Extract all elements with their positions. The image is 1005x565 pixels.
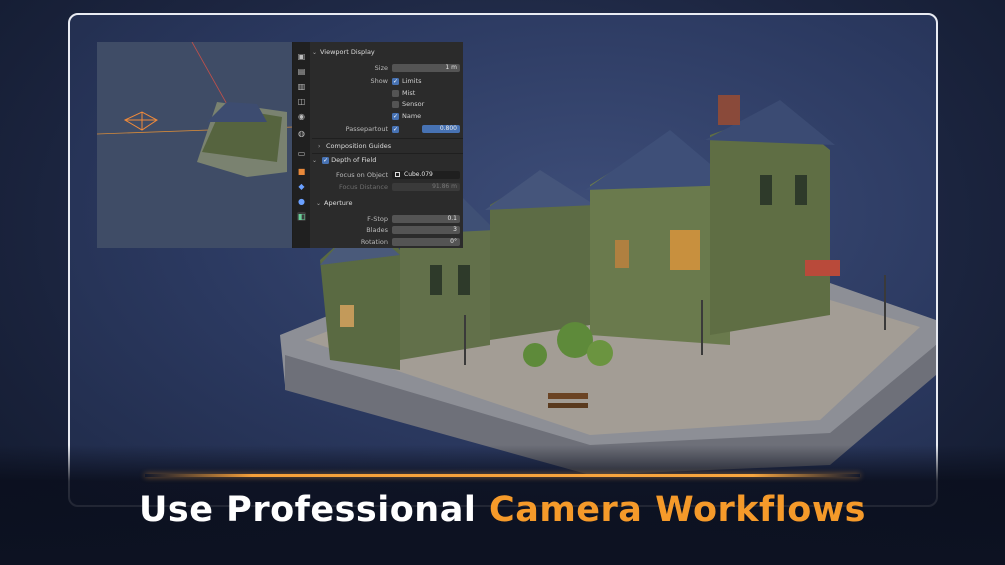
passepartout-row: Passepartout ✓ 0.800 — [312, 124, 463, 134]
focus-distance-label: Focus Distance — [338, 183, 388, 191]
passepartout-checkbox[interactable]: ✓ — [392, 125, 399, 133]
viewport-scene-illustration — [97, 42, 293, 177]
properties-content: ⌄ Viewport Display Size 1 m Show ✓ Limits… — [312, 42, 463, 248]
focus-object-field[interactable]: Cube.079 — [392, 171, 460, 179]
focus-distance-row: Focus Distance 91.86 m — [312, 182, 463, 192]
view-layer-icon[interactable]: ◫ — [297, 97, 306, 106]
accent-divider-line — [145, 474, 860, 477]
render-icon[interactable]: ▤ — [297, 67, 306, 76]
blades-field[interactable]: 3 — [392, 226, 460, 234]
passepartout-label: Passepartout — [345, 125, 388, 133]
chevron-down-icon: ⌄ — [316, 200, 322, 207]
size-row: Size 1 m — [312, 63, 463, 73]
show-limits-row: Show ✓ Limits — [312, 76, 463, 86]
name-checkbox[interactable]: ✓ — [392, 112, 399, 120]
focus-distance-field[interactable]: 91.86 m — [392, 183, 460, 191]
focus-object-row: Focus on Object Cube.079 — [312, 170, 463, 180]
mist-row: Mist — [312, 88, 463, 98]
modifier-icon[interactable]: ◆ — [297, 182, 306, 191]
collection-icon[interactable]: ▭ — [297, 149, 306, 158]
camera-data-icon[interactable]: ◧ — [297, 212, 306, 221]
output-icon[interactable]: ▥ — [297, 82, 306, 91]
rotation-field[interactable]: 0° — [392, 238, 460, 246]
rotation-label: Rotation — [360, 238, 388, 246]
scene-icon[interactable]: ◉ — [297, 112, 306, 121]
depth-of-field-checkbox[interactable]: ✓ — [322, 156, 330, 164]
sensor-row: Sensor — [312, 99, 463, 109]
headline-part1: Use Professional — [139, 490, 490, 530]
sensor-checkbox[interactable] — [392, 100, 399, 108]
section-divider — [312, 153, 463, 154]
headline-accent: Camera Workflows — [489, 490, 866, 530]
name-row: ✓ Name — [312, 111, 463, 121]
chevron-down-icon: ⌄ — [312, 157, 318, 164]
name-label: Name — [402, 112, 422, 120]
chevron-right-icon: › — [318, 143, 321, 150]
focus-object-label: Focus on Object — [336, 171, 388, 179]
size-label: Size — [374, 64, 388, 72]
camera-properties-panel: ▣ ▤ ▥ ◫ ◉ ◍ ▭ ■ ◆ ● ◧ ⌄ Viewport Display … — [292, 42, 463, 248]
blades-row: Blades 3 — [312, 225, 463, 235]
depth-of-field-header[interactable]: ⌄ ✓ Depth of Field — [312, 155, 463, 165]
limits-label: Limits — [402, 77, 422, 85]
fstop-label: F-Stop — [367, 215, 388, 223]
properties-tab-bar: ▣ ▤ ▥ ◫ ◉ ◍ ▭ ■ ◆ ● ◧ — [293, 42, 310, 248]
blades-label: Blades — [366, 226, 388, 234]
aperture-header[interactable]: ⌄Depth of FieldAperture — [312, 198, 463, 208]
object-icon[interactable]: ■ — [297, 167, 306, 176]
viewport-display-header[interactable]: ⌄ Viewport Display — [312, 47, 463, 57]
passepartout-slider[interactable]: 0.800 — [422, 125, 460, 133]
camera-gizmo[interactable] — [123, 111, 158, 131]
physics-icon[interactable]: ● — [297, 197, 306, 206]
section-divider — [312, 138, 463, 139]
camera-viewport-inset[interactable] — [97, 42, 293, 248]
world-icon[interactable]: ◍ — [297, 129, 306, 138]
fstop-row: F-Stop 0.1 — [312, 214, 463, 224]
sensor-label: Sensor — [402, 100, 425, 108]
size-field[interactable]: 1 m — [392, 64, 460, 72]
headline: Use Professional Camera Workflows — [0, 490, 1005, 530]
composition-guides-header[interactable]: › Composition Guides — [312, 141, 463, 151]
chevron-down-icon: ⌄ — [312, 49, 318, 56]
tool-icon[interactable]: ▣ — [297, 52, 306, 61]
rotation-row: Rotation 0° — [312, 237, 463, 247]
fstop-field[interactable]: 0.1 — [392, 215, 460, 223]
limits-checkbox[interactable]: ✓ — [392, 77, 399, 85]
show-label: Show — [370, 77, 388, 85]
mist-checkbox[interactable] — [392, 89, 399, 97]
object-icon — [395, 172, 400, 177]
mist-label: Mist — [402, 89, 416, 97]
